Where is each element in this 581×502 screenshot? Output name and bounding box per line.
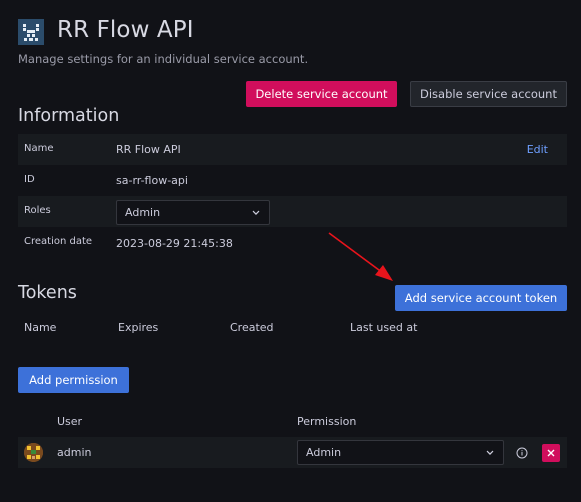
add-permission-button[interactable]: Add permission bbox=[18, 367, 129, 393]
tokens-col-created: Created bbox=[230, 321, 274, 334]
info-row-name: Name RR Flow API Edit bbox=[18, 134, 567, 165]
id-label: ID bbox=[24, 174, 35, 185]
remove-permission-button[interactable] bbox=[542, 444, 560, 462]
tokens-col-name: Name bbox=[24, 321, 57, 334]
tokens-heading: Tokens bbox=[18, 283, 77, 303]
service-account-logo-icon bbox=[18, 19, 44, 45]
annotation-arrow-icon bbox=[328, 232, 393, 281]
chevron-down-icon bbox=[486, 450, 494, 455]
info-row-creation-date: Creation date 2023-08-29 21:45:38 bbox=[18, 227, 567, 258]
permission-select-value: Admin bbox=[306, 446, 342, 459]
info-circle-icon[interactable] bbox=[514, 445, 530, 461]
close-icon bbox=[547, 449, 555, 457]
chevron-down-icon bbox=[252, 210, 260, 215]
permission-user-name: admin bbox=[57, 446, 92, 459]
id-value: sa-rr-flow-api bbox=[116, 174, 188, 187]
permissions-col-user: User bbox=[57, 415, 83, 428]
info-row-id: ID sa-rr-flow-api bbox=[18, 165, 567, 196]
delete-service-account-button[interactable]: Delete service account bbox=[246, 81, 397, 107]
add-service-account-token-button[interactable]: Add service account token bbox=[395, 285, 567, 311]
permission-select[interactable]: Admin bbox=[297, 440, 504, 465]
roles-select[interactable]: Admin bbox=[116, 200, 270, 225]
page-title: RR Flow API bbox=[57, 17, 194, 43]
permissions-col-permission: Permission bbox=[297, 415, 357, 428]
creation-date-value: 2023-08-29 21:45:38 bbox=[116, 237, 233, 250]
page-subtitle: Manage settings for an individual servic… bbox=[18, 52, 309, 66]
name-value: RR Flow API bbox=[116, 143, 181, 156]
user-avatar-icon bbox=[24, 443, 43, 462]
roles-select-value: Admin bbox=[125, 206, 161, 219]
info-row-roles: Roles bbox=[18, 196, 567, 227]
roles-label: Roles bbox=[24, 205, 51, 216]
disable-service-account-button[interactable]: Disable service account bbox=[410, 81, 567, 107]
edit-name-link[interactable]: Edit bbox=[527, 143, 548, 156]
creation-date-label: Creation date bbox=[24, 236, 93, 247]
tokens-col-last-used: Last used at bbox=[350, 321, 418, 334]
tokens-col-expires: Expires bbox=[118, 321, 159, 334]
information-heading: Information bbox=[18, 106, 120, 126]
name-label: Name bbox=[24, 143, 54, 154]
